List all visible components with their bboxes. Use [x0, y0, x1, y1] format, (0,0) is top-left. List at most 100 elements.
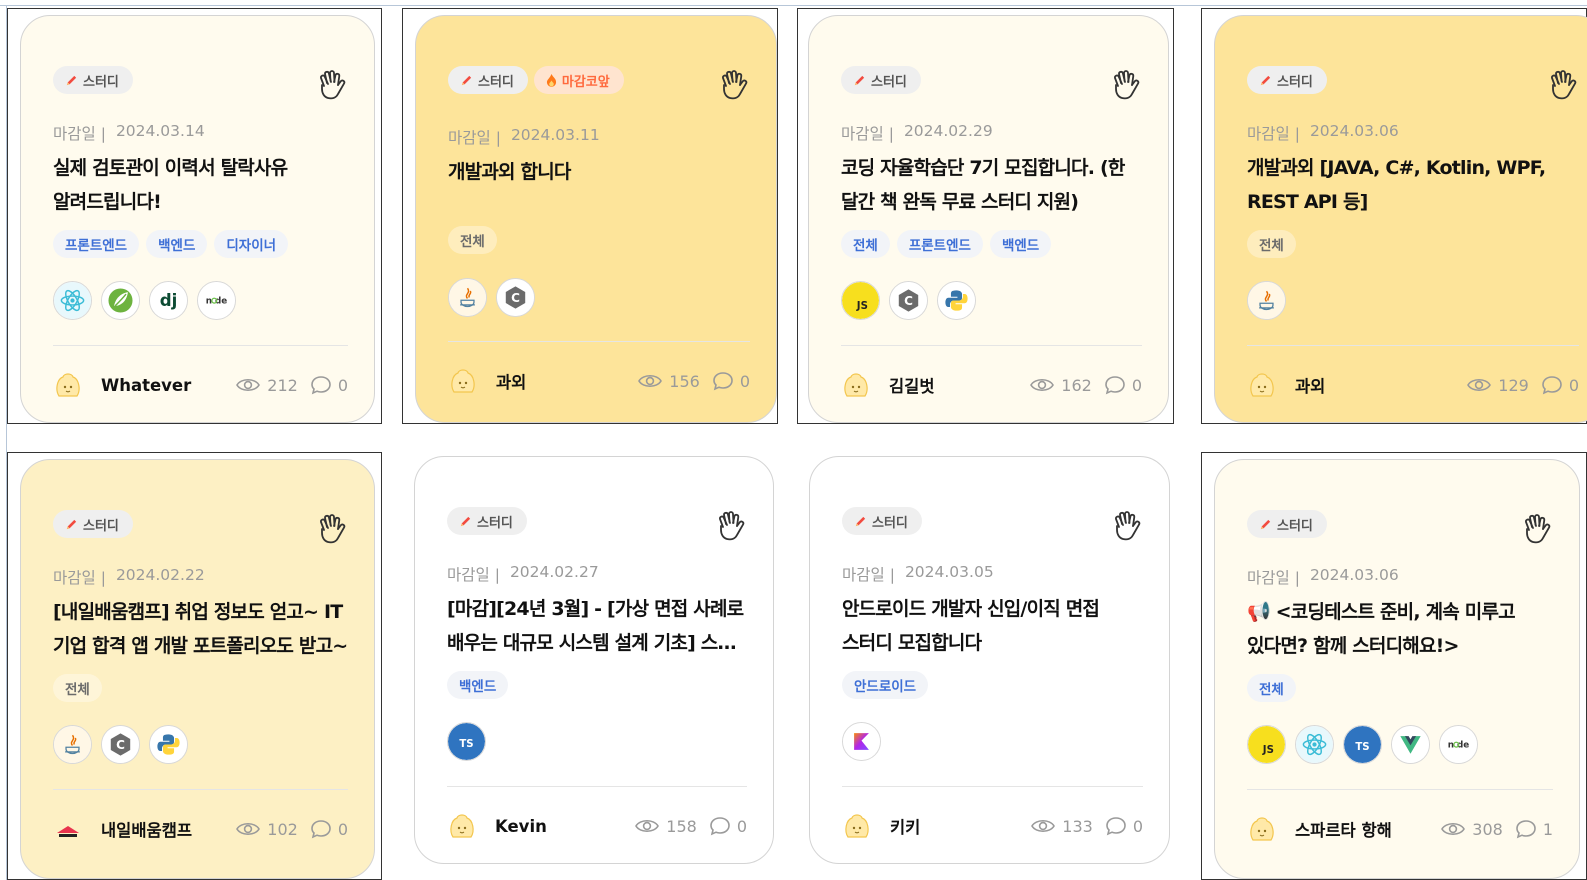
study-card[interactable]: 스터디 마감일 | 2024.03.05 안드로이드 개발자 신입/이직 면접 스터디…: [809, 456, 1170, 864]
comment-bubble-icon: [310, 374, 332, 396]
card-title[interactable]: [내일배움캠프] 취업 정보도 얻고~ IT 기업 합격 앱 개발 포트폴리오도…: [53, 595, 348, 663]
position-tag[interactable]: 디자이너: [214, 230, 289, 258]
avatar[interactable]: [53, 370, 101, 400]
comment-bubble-icon: [1541, 374, 1563, 396]
position-tag[interactable]: 안드로이드: [842, 671, 929, 699]
deadline-soon-badge: 마감코앞: [533, 66, 624, 94]
position-tags: 안드로이드: [842, 671, 929, 699]
c-icon: C: [496, 278, 535, 317]
java-icon: [53, 725, 92, 764]
deadline-label: 마감일 |: [448, 129, 501, 147]
card-frame: 스터디 마감일 | 2024.03.05 안드로이드 개발자 신입/이직 면접 스터디…: [797, 452, 1174, 880]
svg-text:JS: JS: [1262, 745, 1274, 756]
author-name[interactable]: 과외: [1295, 373, 1454, 397]
position-tags: 전체: [53, 674, 102, 702]
author-name[interactable]: 키키: [890, 814, 1018, 838]
avatar[interactable]: [841, 370, 889, 400]
avatar[interactable]: [447, 811, 495, 841]
deadline-row: 마감일 | 2024.02.22: [53, 566, 205, 588]
card-frame: 스터디 마감일 | 2024.02.27 [마감][24년 3월] - [가상 면접 …: [402, 452, 778, 880]
pencil-icon: [854, 515, 867, 528]
python-icon: [937, 281, 976, 320]
study-card[interactable]: 스터디 마감일 | 2024.02.22 [내일배움캠프] 취업 정보도 얻고~ IT…: [20, 459, 375, 879]
comment-count-value: 0: [739, 371, 750, 391]
card-frame: 스터디 마감일 | 2024.02.22 [내일배움캠프] 취업 정보도 얻고~ IT…: [7, 452, 382, 880]
author-name[interactable]: 스파르타 항해: [1295, 817, 1428, 841]
study-card[interactable]: 스터디마감일 | 2024.02.29 코딩 자율학습단 7기 모집합니다. (한 …: [808, 15, 1169, 423]
card-title[interactable]: 실제 검토관이 이력서 탈락사유 알려드립니다!: [53, 151, 348, 219]
position-tag[interactable]: 프론트엔드: [53, 230, 140, 258]
wave-hand-icon[interactable]: [1517, 510, 1557, 550]
position-tags: 백엔드: [447, 671, 509, 699]
comment-count: 0: [709, 815, 747, 837]
python-icon: [149, 725, 188, 764]
position-tag[interactable]: 백엔드: [989, 230, 1052, 258]
author-name[interactable]: Kevin: [495, 817, 622, 836]
card-footer: Kevin 158 0: [447, 811, 747, 841]
study-card[interactable]: 스터디 마감코앞 마감일 | 2024.03.11 개발과외 합니다 전체 C 과외 156 0: [415, 15, 777, 423]
study-card[interactable]: 스터디 마감일 | 2024.03.14 실제 검토관이 이력서 탈락사유 알려드립니…: [20, 15, 375, 423]
position-tag[interactable]: 전체: [53, 674, 102, 702]
card-title[interactable]: 개발과외 합니다: [448, 155, 750, 189]
camp-logo-avatar[interactable]: [53, 814, 101, 844]
card-title[interactable]: 개발과외 [JAVA, C#, Kotlin, WPF, REST API 등]: [1247, 151, 1579, 219]
comment-bubble-icon: [1104, 374, 1126, 396]
position-tags: 전체: [448, 226, 497, 254]
study-card[interactable]: 스터디 마감일 | 2024.02.27 [마감][24년 3월] - [가상 면접 …: [414, 456, 774, 864]
type-badge-label: 스터디: [478, 74, 514, 90]
position-tag[interactable]: 프론트엔드: [896, 230, 983, 258]
kotlin-icon: [842, 722, 881, 761]
wave-hand-icon[interactable]: [1107, 507, 1147, 547]
svg-text:TS: TS: [459, 739, 473, 750]
card-footer: 김길벗 162 0: [841, 370, 1142, 400]
card-title[interactable]: [마감][24년 3월] - [가상 면접 사례로 배우는 대규모 시스템 설계…: [447, 592, 747, 660]
type-badge-label: 스터디: [477, 515, 513, 531]
position-tags: 전체: [1247, 230, 1296, 258]
deadline-row: 마감일 | 2024.02.29: [841, 122, 993, 144]
card-frame: 스터디 마감일 | 2024.03.06 개발과외 [JAVA, C#, Kotlin…: [1201, 8, 1587, 424]
position-tags: 전체: [1247, 674, 1296, 702]
type-badge-label: 스터디: [871, 74, 907, 90]
comment-count-value: 0: [1132, 816, 1143, 836]
java-icon: [448, 278, 487, 317]
author-name[interactable]: 김길벗: [889, 373, 1017, 397]
card-footer: 내일배움캠프 102 0: [53, 814, 348, 844]
node-icon: n de: [1439, 725, 1478, 764]
avatar[interactable]: [1247, 370, 1295, 400]
deadline-label: 마감일 |: [1247, 569, 1300, 587]
author-name[interactable]: Whatever: [101, 376, 223, 395]
position-tag[interactable]: 백엔드: [447, 671, 509, 699]
wave-hand-icon[interactable]: [711, 507, 751, 547]
card-title[interactable]: 안드로이드 개발자 신입/이직 면접 스터디 모집합니다: [842, 592, 1143, 660]
avatar[interactable]: [448, 366, 496, 396]
position-tag[interactable]: 전체: [841, 230, 890, 258]
position-tag[interactable]: 전체: [448, 226, 497, 254]
card-title[interactable]: 📢 <코딩테스트 준비, 계속 미루고 있다면? 함께 스터디해요!>: [1247, 595, 1553, 663]
position-tag[interactable]: 전체: [1247, 674, 1296, 702]
study-card[interactable]: 스터디 마감일 | 2024.03.06 개발과외 [JAVA, C#, Kotlin…: [1214, 15, 1587, 423]
type-badge-label: 스터디: [872, 515, 908, 531]
wave-hand-icon[interactable]: [1106, 66, 1146, 106]
javascript-icon: JS: [841, 281, 880, 320]
author-name[interactable]: 내일배움캠프: [101, 817, 223, 841]
wave-hand-icon[interactable]: [312, 66, 352, 106]
avatar[interactable]: [1247, 814, 1295, 844]
wave-hand-icon[interactable]: [714, 66, 754, 106]
type-badge: 스터디: [1247, 66, 1327, 94]
eye-icon: [1029, 374, 1055, 396]
avatar[interactable]: [842, 811, 890, 841]
study-card[interactable]: 스터디 마감일 | 2024.03.06 📢 <코딩테스트 준비, 계속 미루고 있다…: [1214, 459, 1580, 879]
view-count: 102: [235, 818, 298, 840]
view-count: 158: [634, 815, 697, 837]
comment-count-value: 0: [1568, 375, 1579, 395]
card-divider: [447, 786, 747, 787]
position-tag[interactable]: 전체: [1247, 230, 1296, 258]
position-tag[interactable]: 백엔드: [146, 230, 208, 258]
card-title[interactable]: 코딩 자율학습단 7기 모집합니다. (한 달간 책 완독 무료 스터디 지원): [841, 151, 1142, 219]
card-footer: 스파르타 항해 308 1: [1247, 814, 1553, 844]
author-name[interactable]: 과외: [496, 369, 625, 393]
pencil-icon: [1259, 74, 1272, 87]
view-count-value: 308: [1472, 819, 1503, 839]
wave-hand-icon[interactable]: [312, 510, 352, 550]
wave-hand-icon[interactable]: [1543, 66, 1583, 106]
